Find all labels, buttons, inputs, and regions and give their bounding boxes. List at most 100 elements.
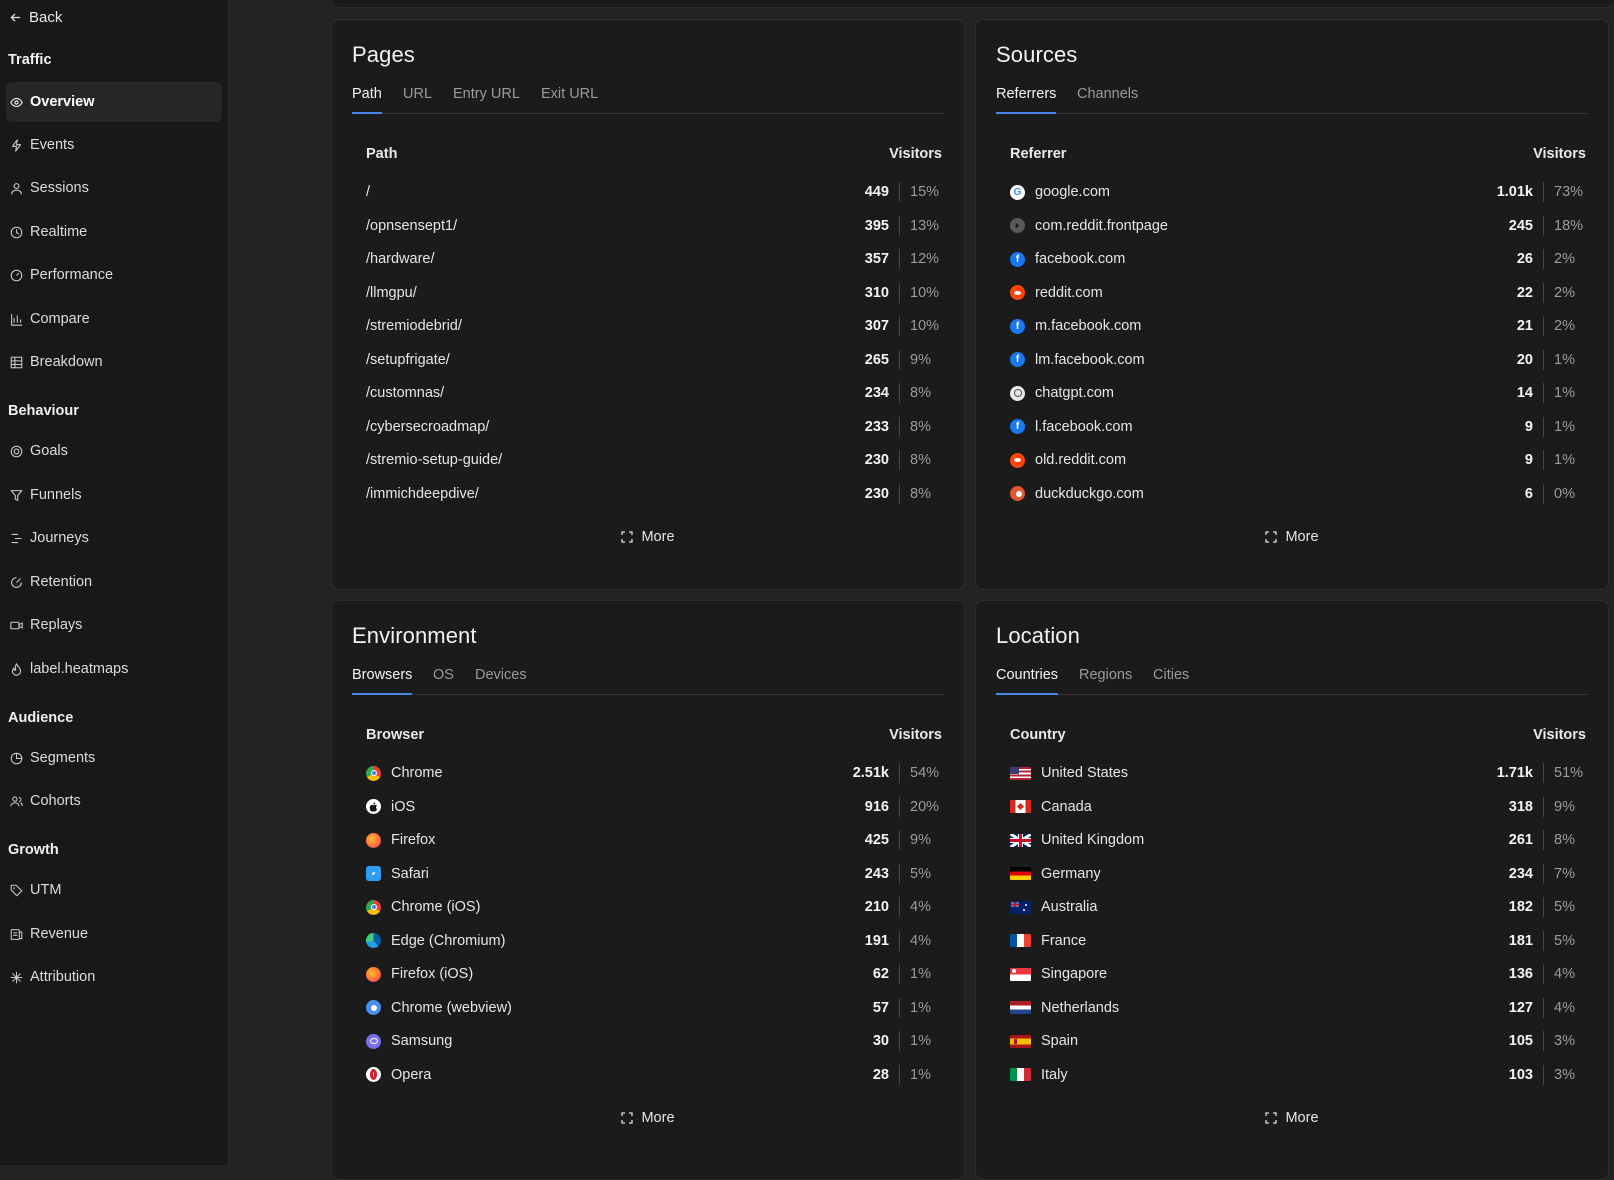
- table-row[interactable]: /opnsensept1/ 395 13%: [366, 214, 946, 238]
- sidebar-item-segments[interactable]: Segments: [6, 738, 222, 778]
- row-visitors: 243: [864, 865, 889, 882]
- row-percent: 1%: [910, 1066, 931, 1083]
- row-percent: 4%: [1554, 966, 1575, 982]
- environment-column-header: Browser: [366, 727, 425, 743]
- location-column-header: Country: [1010, 727, 1066, 743]
- table-row[interactable]: reddit.com 22 2%: [1010, 281, 1590, 305]
- row-label: /: [366, 184, 371, 200]
- tab-countries[interactable]: Countries: [996, 667, 1059, 695]
- more-button[interactable]: More: [976, 529, 1608, 545]
- row-percent: 1%: [910, 999, 931, 1016]
- table-row[interactable]: United States 1.71k 51%: [1010, 761, 1590, 785]
- more-button[interactable]: More: [332, 529, 964, 545]
- sidebar-item-breakdown[interactable]: Breakdown: [6, 342, 222, 382]
- table-row[interactable]: United Kingdom 261 8%: [1010, 828, 1590, 852]
- row-percent: 7%: [1554, 865, 1575, 882]
- table-row[interactable]: f m.facebook.com 21 2%: [1010, 314, 1590, 338]
- tab-referrers[interactable]: Referrers: [996, 86, 1057, 114]
- table-row[interactable]: /customnas/ 234 8%: [366, 381, 946, 405]
- table-row[interactable]: Edge (Chromium) 191 4%: [366, 929, 946, 953]
- sources-card-title: Sources: [996, 42, 1078, 67]
- tab-channels[interactable]: Channels: [1077, 86, 1138, 114]
- table-row[interactable]: f lm.facebook.com 20 1%: [1010, 348, 1590, 372]
- table-row[interactable]: Netherlands 127 4%: [1010, 996, 1590, 1020]
- table-row[interactable]: / 449 15%: [366, 180, 946, 204]
- tab-regions[interactable]: Regions: [1079, 667, 1132, 695]
- table-row[interactable]: f facebook.com 26 2%: [1010, 247, 1590, 271]
- table-row[interactable]: Chrome (iOS) 210 4%: [366, 895, 946, 919]
- table-row[interactable]: /immichdeepdive/ 230 8%: [366, 482, 946, 506]
- target-icon: [10, 445, 23, 457]
- table-row[interactable]: Singapore 136 4%: [1010, 962, 1590, 986]
- row-percent: 4%: [1554, 999, 1575, 1016]
- row-label: /llmgpu/: [366, 284, 417, 301]
- table-row[interactable]: /stremiodebrid/ 307 10%: [366, 314, 946, 338]
- row-percent: 1%: [1554, 385, 1575, 401]
- sidebar-item-revenue[interactable]: Revenue: [6, 914, 222, 954]
- table-row[interactable]: Germany 234 7%: [1010, 862, 1590, 886]
- row-percent: 5%: [1554, 899, 1575, 915]
- tab-exit-url[interactable]: Exit URL: [541, 86, 598, 114]
- sidebar-item-journeys[interactable]: Journeys: [6, 518, 222, 558]
- table-row[interactable]: Australia 182 5%: [1010, 895, 1590, 919]
- tab-devices[interactable]: Devices: [475, 667, 527, 695]
- table-row[interactable]: Opera 28 1%: [366, 1063, 946, 1087]
- table-row[interactable]: Ggoogle.com 1.01k 73%: [1010, 180, 1590, 204]
- row-visitors: 310: [864, 284, 889, 301]
- more-button[interactable]: More: [332, 1110, 964, 1126]
- table-row[interactable]: old.reddit.com 9 1%: [1010, 448, 1590, 472]
- table-row[interactable]: Firefox (iOS) 62 1%: [366, 962, 946, 986]
- table-row[interactable]: Spain 105 3%: [1010, 1029, 1590, 1053]
- table-row[interactable]: /stremio-setup-guide/ 230 8%: [366, 448, 946, 472]
- table-row[interactable]: iOS 916 20%: [366, 795, 946, 819]
- tab-url[interactable]: URL: [403, 86, 432, 114]
- back-button[interactable]: Back: [9, 7, 62, 27]
- sidebar-item-overview[interactable]: Overview: [6, 82, 222, 122]
- table-row[interactable]: /setupfrigate/ 265 9%: [366, 348, 946, 372]
- sidebar-item-replays[interactable]: Replays: [6, 605, 222, 645]
- table-row[interactable]: /cybersecroadmap/ 233 8%: [366, 415, 946, 439]
- sidebar-item-funnels[interactable]: Funnels: [6, 475, 222, 515]
- tab-entry-url[interactable]: Entry URL: [453, 86, 520, 114]
- sidebar-item-retention[interactable]: Retention: [6, 562, 222, 602]
- sidebar-item-heatmaps[interactable]: label.heatmaps: [6, 649, 222, 689]
- table-row[interactable]: Canada 318 9%: [1010, 795, 1590, 819]
- table-row[interactable]: /hardware/ 357 12%: [366, 247, 946, 271]
- table-row[interactable]: /llmgpu/ 310 10%: [366, 281, 946, 305]
- duckduckgo-icon: [1010, 486, 1025, 501]
- table-row[interactable]: Safari 243 5%: [366, 862, 946, 886]
- tab-path[interactable]: Path: [352, 86, 382, 114]
- chrome-webview-icon: [366, 1000, 381, 1015]
- more-button[interactable]: More: [976, 1110, 1608, 1126]
- table-row[interactable]: Italy 103 3%: [1010, 1063, 1590, 1087]
- sidebar-item-sessions[interactable]: Sessions: [6, 168, 222, 208]
- table-row[interactable]: Chrome (webview) 57 1%: [366, 996, 946, 1020]
- tab-os[interactable]: OS: [433, 667, 454, 695]
- row-percent: 3%: [1554, 1033, 1575, 1049]
- row-percent: 15%: [910, 184, 940, 200]
- sidebar-item-attribution[interactable]: Attribution: [6, 957, 222, 997]
- table-row[interactable]: France 181 5%: [1010, 929, 1590, 953]
- table-row[interactable]: com.reddit.frontpage 245 18%: [1010, 214, 1590, 238]
- tab-browsers[interactable]: Browsers: [352, 667, 413, 695]
- table-row[interactable]: chatgpt.com 14 1%: [1010, 381, 1590, 405]
- row-visitors: 307: [864, 318, 889, 334]
- sidebar-item-performance[interactable]: Performance: [6, 255, 222, 295]
- row-percent: 1%: [1554, 418, 1575, 435]
- table-row[interactable]: Firefox 425 9%: [366, 828, 946, 852]
- tab-cities[interactable]: Cities: [1153, 667, 1189, 695]
- sidebar-item-events[interactable]: Events: [6, 125, 222, 165]
- table-row[interactable]: duckduckgo.com 6 0%: [1010, 482, 1590, 506]
- sidebar-item-realtime[interactable]: Realtime: [6, 212, 222, 252]
- sidebar-item-compare[interactable]: Compare: [6, 299, 222, 339]
- table-row[interactable]: Chrome 2.51k 54%: [366, 761, 946, 785]
- sidebar-item-cohorts[interactable]: Cohorts: [6, 781, 222, 821]
- table-row[interactable]: f l.facebook.com 9 1%: [1010, 415, 1590, 439]
- safari-icon: [366, 866, 381, 881]
- sidebar-item-goals[interactable]: Goals: [6, 431, 222, 471]
- flag-us-icon: [1010, 766, 1031, 780]
- table-row[interactable]: Samsung 30 1%: [366, 1029, 946, 1053]
- firefox-icon: [366, 832, 381, 848]
- row-label: Canada: [1041, 798, 1092, 815]
- sidebar-item-utm[interactable]: UTM: [6, 870, 222, 910]
